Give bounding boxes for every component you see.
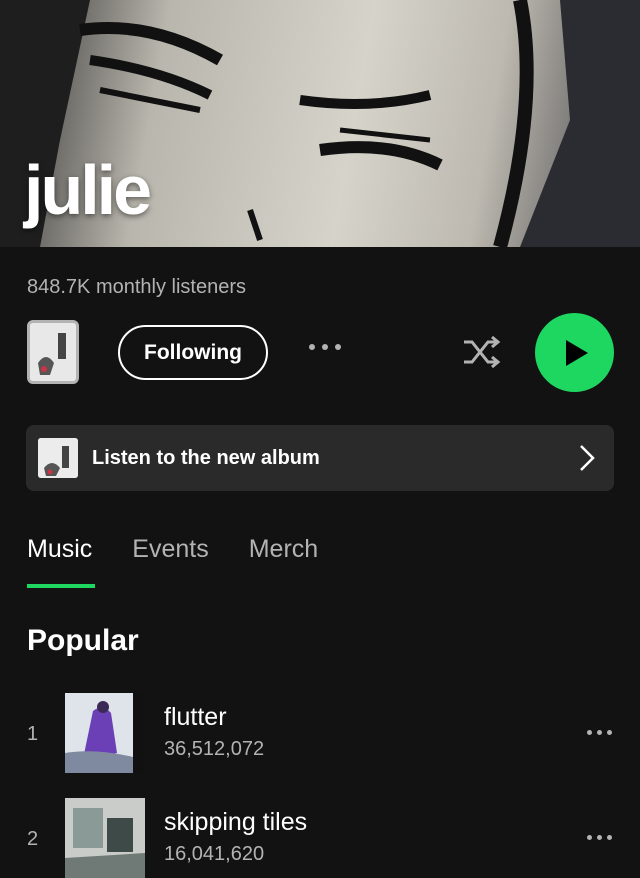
track-plays: 36,512,072 [164, 738, 265, 760]
track-artwork [65, 693, 145, 773]
active-tab-indicator [27, 584, 95, 588]
track-title: flutter [164, 703, 227, 731]
chevron-right-icon [580, 445, 595, 471]
following-button[interactable]: Following [118, 325, 268, 380]
artist-tabs: Music Events Merch [27, 535, 318, 564]
play-button[interactable] [535, 313, 614, 392]
artist-header-image: julie [0, 0, 640, 247]
track-plays: 16,041,620 [164, 843, 265, 865]
tab-merch[interactable]: Merch [249, 535, 318, 564]
track-row[interactable]: 2 skipping tiles 16,041,620 [0, 798, 640, 878]
track-rank: 1 [27, 723, 39, 745]
track-row[interactable]: 1 flutter 36,512,072 [0, 693, 640, 773]
track-title: skipping tiles [164, 808, 308, 836]
artist-cover-thumbnail[interactable] [27, 320, 79, 384]
track-more-icon[interactable] [587, 730, 612, 735]
tab-events[interactable]: Events [132, 535, 208, 564]
play-icon [565, 339, 588, 366]
album-thumbnail [38, 438, 78, 478]
track-rank: 2 [27, 828, 39, 850]
more-horizontal-icon[interactable] [309, 344, 341, 350]
new-album-label: Listen to the new album [92, 446, 320, 469]
monthly-listeners: 848.7K monthly listeners [27, 276, 247, 298]
popular-heading: Popular [27, 624, 139, 657]
track-more-icon[interactable] [587, 835, 612, 840]
tab-music[interactable]: Music [27, 535, 92, 564]
shuffle-icon[interactable] [462, 334, 502, 375]
new-album-banner[interactable]: Listen to the new album [26, 425, 614, 491]
track-artwork [65, 798, 145, 878]
artist-name: julie [24, 151, 152, 229]
